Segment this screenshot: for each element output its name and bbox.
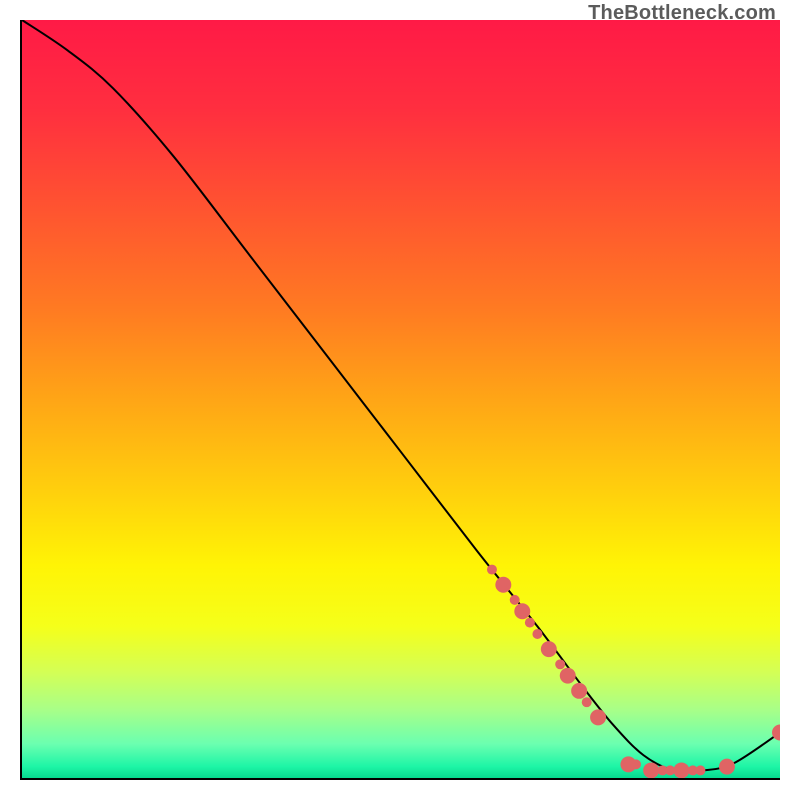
scatter-point xyxy=(532,629,542,639)
scatter-point xyxy=(560,668,576,684)
scatter-point xyxy=(510,595,520,605)
scatter-point xyxy=(631,759,641,769)
scatter-point xyxy=(695,765,705,775)
scatter-point xyxy=(514,603,530,619)
scatter-point xyxy=(719,759,735,775)
plot-area: TheBottleneck.com xyxy=(20,20,780,780)
scatter-point xyxy=(673,762,689,778)
scatter-point xyxy=(495,577,511,593)
chart-container: TheBottleneck.com xyxy=(0,0,800,800)
scatter-point xyxy=(571,683,587,699)
scatter-point xyxy=(555,659,565,669)
scatter-point xyxy=(541,641,557,657)
scatter-point xyxy=(582,697,592,707)
scatter-point xyxy=(525,618,535,628)
bottleneck-curve xyxy=(22,20,780,772)
scatter-point xyxy=(590,709,606,725)
chart-overlay xyxy=(22,20,780,778)
scatter-point xyxy=(487,565,497,575)
scatter-point xyxy=(643,762,659,778)
